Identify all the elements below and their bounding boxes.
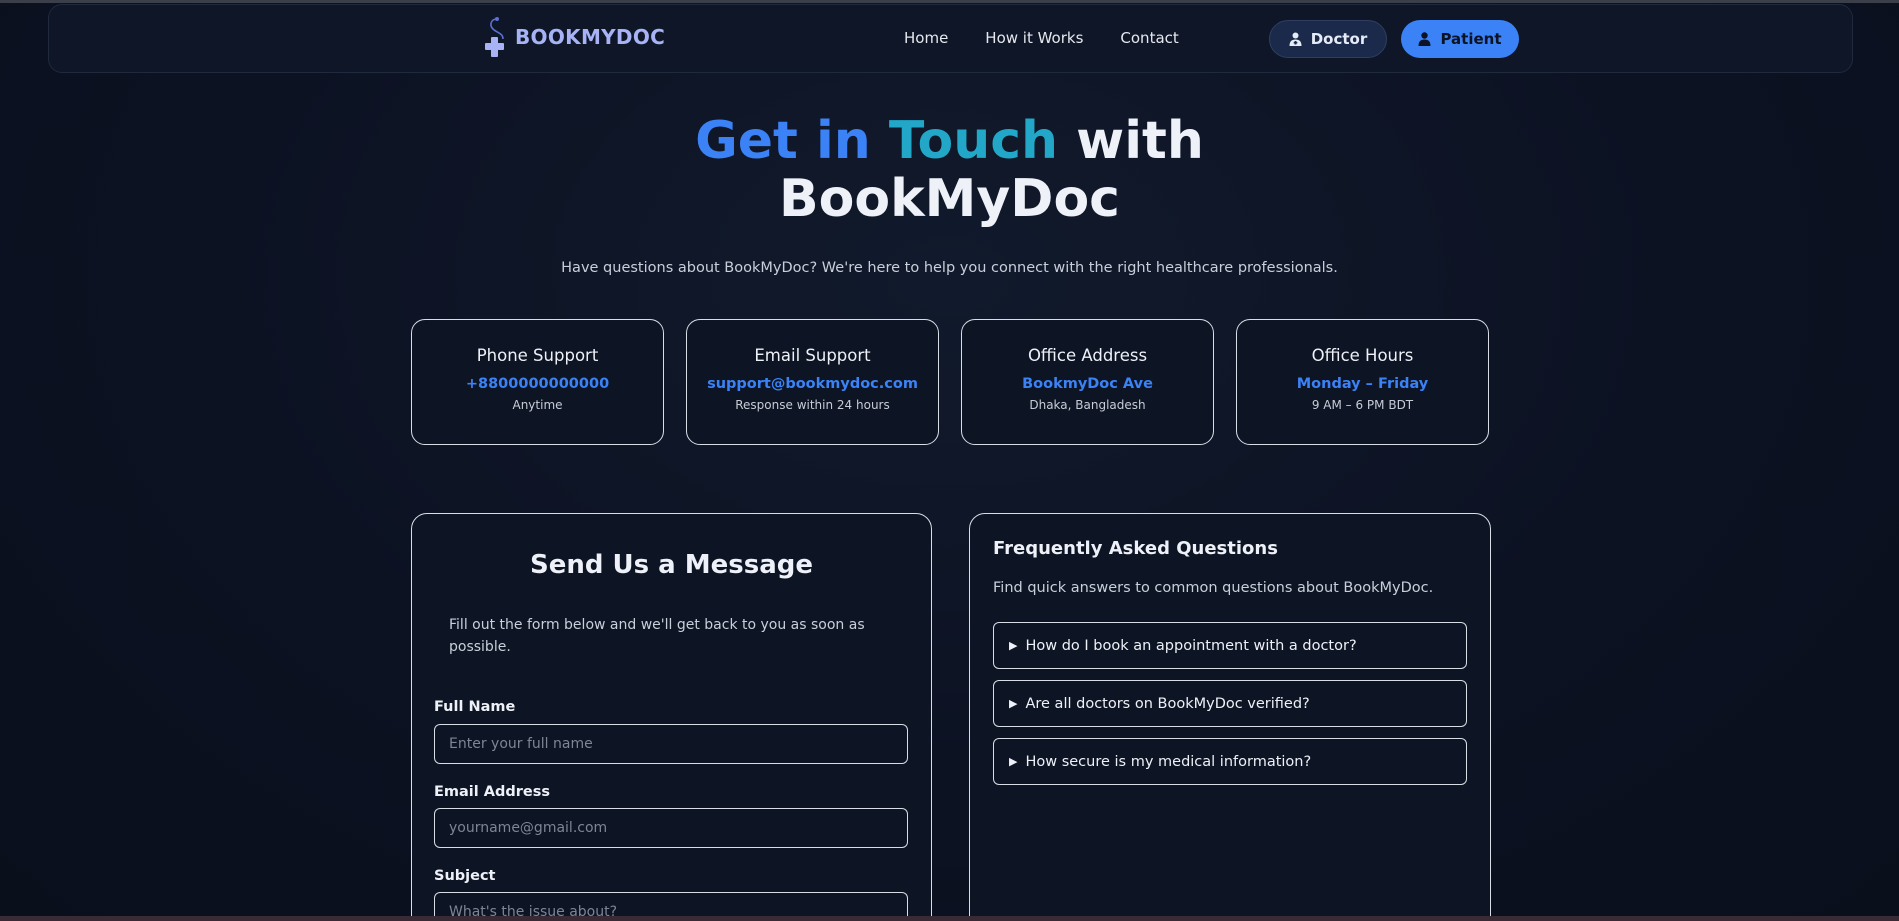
nav-link-contact[interactable]: Contact: [1120, 29, 1178, 47]
card-email-support: Email Support support@bookmydoc.com Resp…: [686, 319, 939, 445]
faq-question: Are all doctors on BookMyDoc verified?: [1025, 695, 1310, 712]
doctor-icon: [1289, 32, 1302, 46]
card-note: 9 AM – 6 PM BDT: [1311, 398, 1414, 412]
card-value: BookmyDoc Ave: [1022, 376, 1153, 392]
form-description: Fill out the form below and we'll get ba…: [449, 617, 865, 655]
faq-panel: Frequently Asked Questions Find quick an…: [969, 513, 1491, 921]
brand-logo[interactable]: BOOKMYDOC: [481, 17, 665, 57]
full-name-input[interactable]: [434, 724, 908, 764]
taskbar-edge: [0, 916, 1899, 921]
faq-item[interactable]: ▶ Are all doctors on BookMyDoc verified?: [993, 680, 1467, 727]
full-name-label: Full Name: [434, 699, 516, 715]
title-touch: Touch: [888, 111, 1059, 171]
email-input[interactable]: [434, 808, 908, 848]
email-label: Email Address: [434, 784, 551, 800]
faq-question: How secure is my medical information?: [1025, 753, 1312, 770]
faq-title: Frequently Asked Questions: [993, 538, 1278, 559]
patient-button-label: Patient: [1440, 30, 1502, 48]
medical-cross-stethoscope-icon: [485, 17, 504, 57]
card-title: Office Hours: [1311, 346, 1414, 365]
faq-description: Find quick answers to common questions a…: [993, 580, 1434, 596]
doctor-button-label: Doctor: [1310, 30, 1368, 48]
card-value[interactable]: support@bookmydoc.com: [687, 376, 938, 392]
card-office-hours: Office Hours Monday – Friday 9 AM – 6 PM…: [1236, 319, 1489, 445]
card-title: Office Address: [1027, 346, 1148, 365]
card-note: Response within 24 hours: [735, 398, 890, 412]
nav-links: Home How it Works Contact: [904, 29, 1179, 47]
title-with: with: [1058, 111, 1204, 171]
title-bookmydoc: BookMyDoc: [778, 169, 1121, 229]
patient-button[interactable]: Patient: [1401, 20, 1519, 58]
card-title: Phone Support: [476, 346, 599, 365]
card-note: Anytime: [512, 398, 563, 412]
title-get-in: Get in: [695, 111, 889, 171]
page-title: Get in Touch with BookMyDoc: [0, 112, 1899, 228]
triangle-right-icon: ▶: [1009, 639, 1018, 652]
nav-link-home[interactable]: Home: [904, 29, 948, 47]
contact-info-cards: Phone Support +8800000000000 Anytime Ema…: [411, 319, 1489, 445]
card-value: Monday – Friday: [1296, 376, 1429, 392]
faq-item[interactable]: ▶ How secure is my medical information?: [993, 738, 1467, 785]
nav-link-how-it-works[interactable]: How it Works: [985, 29, 1083, 47]
faq-question: How do I book an appointment with a doct…: [1025, 637, 1357, 654]
card-office-address: Office Address BookmyDoc Ave Dhaka, Bang…: [961, 319, 1214, 445]
card-phone-support: Phone Support +8800000000000 Anytime: [411, 319, 664, 445]
card-value[interactable]: +8800000000000: [412, 376, 663, 392]
contact-form-panel: Send Us a Message Fill out the form belo…: [411, 513, 932, 921]
form-title: Send Us a Message: [529, 550, 814, 580]
triangle-right-icon: ▶: [1009, 697, 1018, 710]
card-title: Email Support: [754, 346, 871, 365]
page-subtitle: Have questions about BookMyDoc? We're he…: [561, 260, 1338, 276]
doctor-button[interactable]: Doctor: [1269, 20, 1387, 58]
navbar: BOOKMYDOC Home How it Works Contact Doct…: [48, 4, 1853, 73]
window-top-border: [0, 0, 1899, 3]
triangle-right-icon: ▶: [1009, 755, 1018, 768]
card-note: Dhaka, Bangladesh: [1029, 398, 1146, 412]
brand-name: BOOKMYDOC: [515, 25, 666, 49]
user-icon: [1418, 32, 1431, 46]
subject-label: Subject: [434, 868, 496, 884]
faq-item[interactable]: ▶ How do I book an appointment with a do…: [993, 622, 1467, 669]
